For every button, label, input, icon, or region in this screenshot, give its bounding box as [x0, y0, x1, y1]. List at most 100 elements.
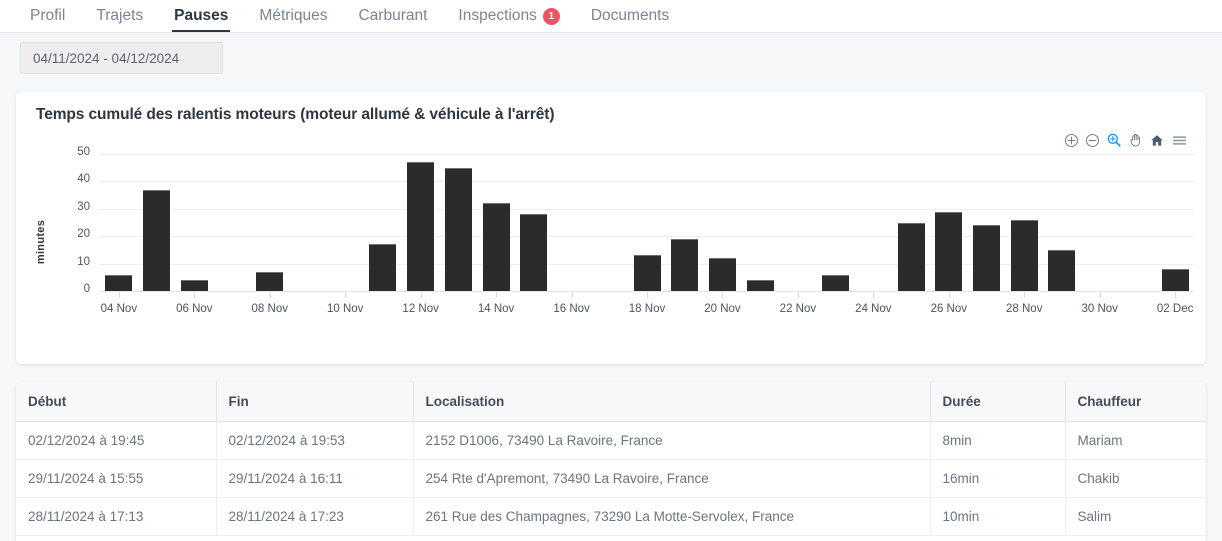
tab-pauses[interactable]: Pauses — [164, 7, 238, 32]
cell-fin: 29/11/2024 à 16:11 — [216, 460, 413, 498]
bar-25-Nov[interactable] — [898, 223, 925, 292]
bar-21-Nov[interactable] — [747, 280, 774, 291]
x-axis-tick-mark — [572, 292, 573, 298]
cell-localisation: 254 Rte d'Apremont, 73490 La Ravoire, Fr… — [413, 460, 930, 498]
column-header-localisation[interactable]: Localisation — [413, 382, 930, 422]
tab-m-triques[interactable]: Métriques — [249, 7, 337, 32]
pauses-table-card: Début Fin Localisation Durée Chauffeur 0… — [16, 382, 1206, 541]
y-axis-tick-label: 0 — [56, 283, 90, 295]
bar-06-Nov[interactable] — [181, 280, 208, 291]
tab-label: Métriques — [259, 7, 327, 25]
tab-label: Carburant — [358, 7, 427, 25]
x-axis-tick-mark — [270, 292, 271, 298]
bar-23-Nov[interactable] — [822, 275, 849, 291]
cell-fin: 02/12/2024 à 19:53 — [216, 422, 413, 460]
x-axis-tick-label: 26 Nov — [914, 303, 984, 315]
bar-15-Nov[interactable] — [520, 214, 547, 291]
x-axis-tick-label: 10 Nov — [310, 303, 380, 315]
tab-documents[interactable]: Documents — [581, 7, 679, 32]
tab-badge-count: 1 — [543, 8, 560, 25]
tab-label: Documents — [591, 7, 669, 25]
tab-label: Profil — [30, 7, 65, 25]
x-axis-tick-label: 18 Nov — [612, 303, 682, 315]
cell-localisation: 261 Rue des Champagnes, 73290 La Motte-S… — [413, 498, 930, 536]
table-header-row: Début Fin Localisation Durée Chauffeur — [16, 382, 1206, 422]
bar-18-Nov[interactable] — [634, 255, 661, 291]
bar-19-Nov[interactable] — [671, 239, 698, 291]
tab-trajets[interactable]: Trajets — [86, 7, 153, 32]
bar-chart-plot[interactable]: minutes 0102030405004 Nov06 Nov08 Nov10 … — [16, 144, 1206, 364]
date-range-value: 04/11/2024 - 04/12/2024 — [33, 51, 179, 66]
date-range-picker[interactable]: 04/11/2024 - 04/12/2024 — [20, 42, 223, 74]
table-body: 02/12/2024 à 19:4502/12/2024 à 19:532152… — [16, 422, 1206, 536]
x-axis-tick-mark — [873, 292, 874, 298]
x-axis-tick-mark — [345, 292, 346, 298]
cell-debut: 02/12/2024 à 19:45 — [16, 422, 216, 460]
x-axis-tick-label: 16 Nov — [537, 303, 607, 315]
bar-05-Nov[interactable] — [143, 190, 170, 291]
bar-11-Nov[interactable] — [369, 244, 396, 291]
bar-26-Nov[interactable] — [935, 212, 962, 291]
bar-27-Nov[interactable] — [973, 225, 1000, 291]
gridline — [100, 181, 1194, 182]
x-axis-tick-mark — [1175, 292, 1176, 298]
y-axis-tick-label: 20 — [56, 228, 90, 240]
x-axis-tick-mark — [1024, 292, 1025, 298]
table-row[interactable]: 02/12/2024 à 19:4502/12/2024 à 19:532152… — [16, 422, 1206, 460]
page-root: Profil Trajets Pauses Métriques Carburant Ins… — [0, 0, 1222, 541]
pauses-table: Début Fin Localisation Durée Chauffeur 0… — [16, 382, 1206, 536]
x-axis-tick-label: 06 Nov — [159, 303, 229, 315]
column-header-fin[interactable]: Fin — [216, 382, 413, 422]
x-axis-tick-label: 28 Nov — [989, 303, 1059, 315]
chart-title: Temps cumulé des ralentis moteurs (moteu… — [36, 106, 554, 124]
tab-carburant[interactable]: Carburant — [348, 7, 437, 32]
x-axis-tick-label: 30 Nov — [1065, 303, 1135, 315]
table-row[interactable]: 28/11/2024 à 17:1328/11/2024 à 17:23261 … — [16, 498, 1206, 536]
column-header-chauffeur[interactable]: Chauffeur — [1065, 382, 1206, 422]
cell-localisation: 2152 D1006, 73490 La Ravoire, France — [413, 422, 930, 460]
gridline — [100, 154, 1194, 155]
bar-02-Dec[interactable] — [1162, 269, 1189, 291]
x-axis-tick-mark — [496, 292, 497, 298]
cell-duree: 10min — [930, 498, 1065, 536]
cell-duree: 16min — [930, 460, 1065, 498]
bar-12-Nov[interactable] — [407, 162, 434, 291]
x-axis-tick-label: 22 Nov — [763, 303, 833, 315]
x-axis-tick-label: 08 Nov — [235, 303, 305, 315]
bar-14-Nov[interactable] — [483, 203, 510, 291]
cell-debut: 28/11/2024 à 17:13 — [16, 498, 216, 536]
cell-fin: 28/11/2024 à 17:23 — [216, 498, 413, 536]
cell-duree: 8min — [930, 422, 1065, 460]
bar-29-Nov[interactable] — [1048, 250, 1075, 291]
x-axis-tick-mark — [722, 292, 723, 298]
x-axis-tick-label: 14 Nov — [461, 303, 531, 315]
bar-08-Nov[interactable] — [256, 272, 283, 291]
column-header-duree[interactable]: Durée — [930, 382, 1065, 422]
tab-inspections[interactable]: Inspections 1 — [448, 7, 569, 32]
column-header-debut[interactable]: Début — [16, 382, 216, 422]
bar-13-Nov[interactable] — [445, 168, 472, 291]
x-axis-tick-label: 12 Nov — [386, 303, 456, 315]
bar-28-Nov[interactable] — [1011, 220, 1038, 291]
gridline — [100, 209, 1194, 210]
table-row[interactable]: 29/11/2024 à 15:5529/11/2024 à 16:11254 … — [16, 460, 1206, 498]
x-axis-tick-label: 20 Nov — [687, 303, 757, 315]
table-header: Début Fin Localisation Durée Chauffeur — [16, 382, 1206, 422]
cell-chauffeur: Mariam — [1065, 422, 1206, 460]
bar-04-Nov[interactable] — [105, 275, 132, 291]
y-axis-tick-label: 40 — [56, 173, 90, 185]
cell-chauffeur: Salim — [1065, 498, 1206, 536]
x-axis-tick-label: 24 Nov — [838, 303, 908, 315]
x-axis-tick-mark — [647, 292, 648, 298]
x-axis-tick-mark — [194, 292, 195, 298]
y-axis-tick-label: 10 — [56, 256, 90, 268]
x-axis-tick-mark — [949, 292, 950, 298]
cell-chauffeur: Chakib — [1065, 460, 1206, 498]
tab-label: Inspections — [458, 7, 536, 25]
idle-time-chart-card: Temps cumulé des ralentis moteurs (moteu… — [16, 92, 1206, 364]
x-axis-tick-mark — [421, 292, 422, 298]
x-axis-tick-label: 02 Dec — [1140, 303, 1210, 315]
tab-profil[interactable]: Profil — [20, 7, 75, 32]
y-axis-tick-label: 30 — [56, 201, 90, 213]
bar-20-Nov[interactable] — [709, 258, 736, 291]
